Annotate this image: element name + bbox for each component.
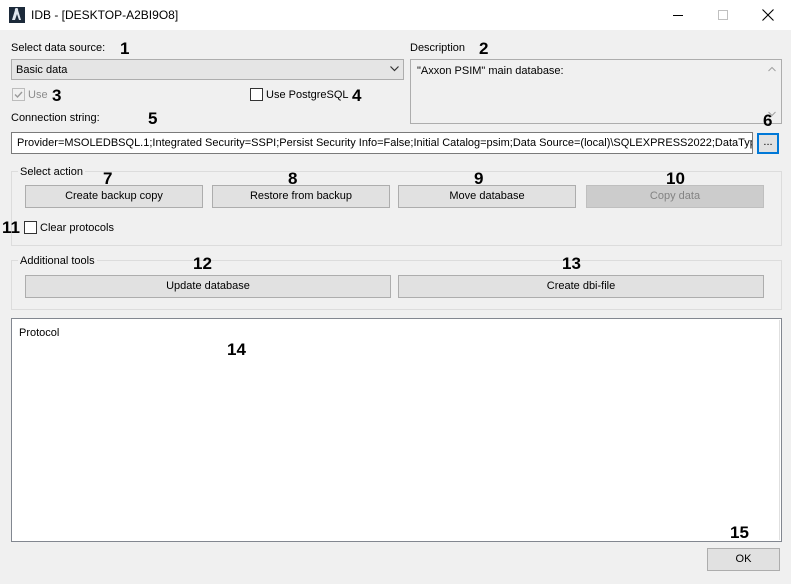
data-source-select[interactable]: Basic data [11, 59, 404, 80]
callout-1: 1 [120, 39, 130, 58]
restore-backup-button[interactable]: Restore from backup [212, 185, 390, 208]
callout-15: 15 [730, 523, 749, 542]
description-box: "Axxon PSIM" main database: [410, 59, 782, 124]
data-source-value: Basic data [16, 64, 68, 76]
callout-2: 2 [479, 39, 489, 58]
callout-12: 12 [193, 254, 212, 273]
connection-string-input[interactable]: Provider=MSOLEDBSQL.1;Integrated Securit… [11, 132, 753, 154]
minimize-button[interactable] [655, 0, 701, 30]
callout-3: 3 [52, 86, 62, 105]
maximize-button[interactable] [700, 0, 746, 30]
protocol-scrollbar [779, 320, 780, 540]
use-postgresql-checkbox[interactable] [250, 88, 263, 101]
close-button[interactable] [745, 0, 791, 30]
description-text: "Axxon PSIM" main database: [417, 65, 564, 77]
callout-11: 11 [2, 218, 20, 237]
copy-data-button[interactable]: Copy data [586, 185, 764, 208]
ok-button[interactable]: OK [707, 548, 780, 571]
clear-protocols-checkbox[interactable] [24, 221, 37, 234]
select-action-title: Select action [18, 165, 85, 179]
protocol-label: Protocol [19, 327, 60, 339]
description-label: Description [410, 42, 466, 54]
callout-6: 6 [763, 111, 773, 130]
checkmark-icon [14, 91, 23, 99]
app-icon [9, 7, 25, 23]
connection-string-label: Connection string: [11, 112, 100, 124]
use-postgresql-label: Use PostgreSQL [266, 89, 349, 101]
move-database-button[interactable]: Move database [398, 185, 576, 208]
callout-4: 4 [352, 86, 362, 105]
minimize-icon [673, 15, 683, 16]
connection-string-value: Provider=MSOLEDBSQL.1;Integrated Securit… [17, 137, 753, 149]
additional-tools-title: Additional tools [18, 254, 97, 268]
callout-13: 13 [562, 254, 581, 273]
chevron-down-icon [390, 66, 399, 72]
create-backup-button[interactable]: Create backup copy [25, 185, 203, 208]
window-title: IDB - [DESKTOP-A2BI9O8] [31, 8, 179, 22]
create-dbi-file-button[interactable]: Create dbi-file [398, 275, 764, 298]
callout-14: 14 [227, 340, 246, 359]
maximize-icon [718, 10, 728, 20]
data-source-label: Select data source: [11, 42, 106, 54]
update-database-button[interactable]: Update database [25, 275, 391, 298]
close-icon [762, 9, 774, 21]
clear-protocols-label: Clear protocols [40, 222, 114, 234]
callout-5: 5 [148, 109, 158, 128]
use-checkbox[interactable] [12, 88, 25, 101]
connection-browse-button[interactable]: ... [757, 133, 779, 154]
use-label: Use [28, 89, 48, 101]
protocol-log[interactable]: Protocol [11, 318, 782, 542]
